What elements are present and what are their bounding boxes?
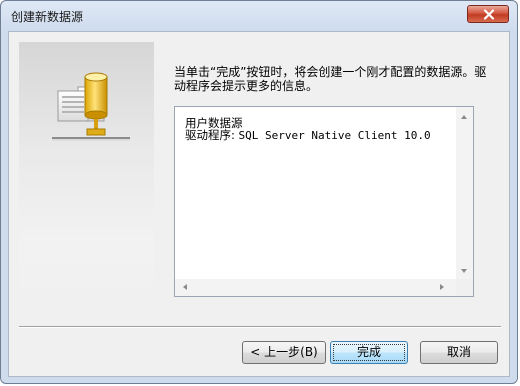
cancel-button[interactable]: 取消 <box>420 341 498 364</box>
close-button[interactable] <box>467 5 509 23</box>
scroll-down-arrow-icon[interactable] <box>461 269 467 273</box>
horizontal-scrollbar[interactable] <box>175 279 456 296</box>
finish-button[interactable]: 完成 <box>330 341 408 364</box>
datasource-wizard-icon: 0110 <box>52 72 130 141</box>
focus-rect <box>333 344 405 361</box>
dialog-body: 0110 当单击“完成”按钮时，将会创建一个刚才配置的数据源。驱动程序会提示更多… <box>8 31 510 377</box>
window-title: 创建新数据源 <box>11 10 84 24</box>
scroll-up-arrow-icon[interactable] <box>461 115 467 119</box>
dialog-window: 创建新数据源 当单击“完成”按钮时，将会创建一个刚才配置的数据源。驱动程序会提示… <box>0 0 518 384</box>
details-listbox[interactable]: 用户数据源 驱动程序: SQL Server Native Client 10.… <box>174 106 474 297</box>
description-text: 当单击“完成”按钮时，将会创建一个刚才配置的数据源。驱动程序会提示更多的信息。 <box>174 65 487 93</box>
driver-label: 驱动程序: <box>185 128 235 142</box>
title-bar[interactable]: 创建新数据源 <box>1 1 517 31</box>
back-button[interactable]: < 上一步(B) <box>242 341 326 364</box>
close-icon <box>483 9 495 20</box>
scrollbar-corner <box>456 279 473 296</box>
scroll-left-arrow-icon[interactable] <box>183 284 187 290</box>
vertical-scrollbar[interactable] <box>456 107 473 281</box>
driver-line: 驱动程序: SQL Server Native Client 10.0 <box>185 128 431 143</box>
driver-value: SQL Server Native Client 10.0 <box>238 129 431 142</box>
separator <box>19 326 501 328</box>
scroll-right-arrow-icon[interactable] <box>440 284 444 290</box>
wizard-art-panel: 0110 <box>19 42 154 310</box>
